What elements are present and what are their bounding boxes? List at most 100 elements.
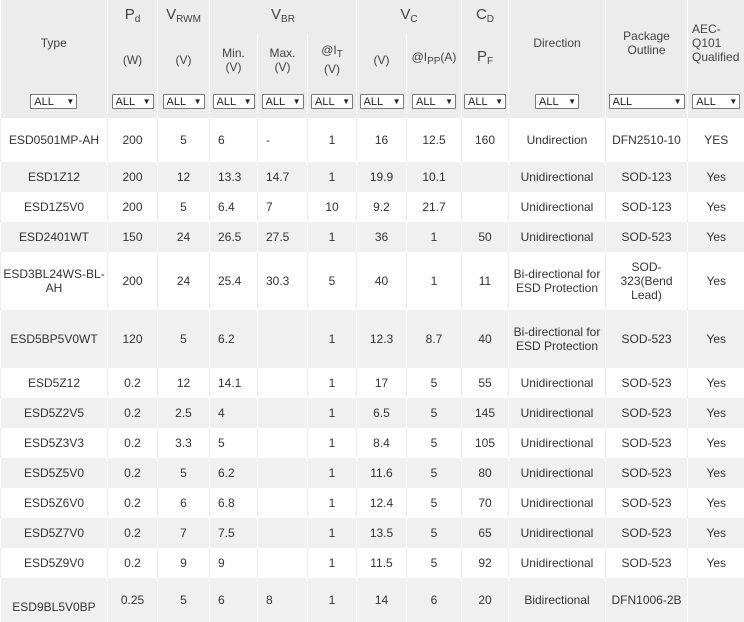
filter-vbr-min-select[interactable]: ALL ▼ — [212, 94, 255, 110]
table-row: ESD5Z7V0 0.2 7 7.5 1 13.5 5 65 Unidirectional SOD… — [0, 518, 744, 548]
cell-cd: 145 — [461, 398, 509, 428]
filter-vc-select[interactable]: ALL ▼ — [359, 94, 404, 110]
cell-aec: Yes — [687, 192, 744, 222]
dropdown-arrow-icon: ▼ — [243, 96, 252, 106]
cell-cd: 20 — [461, 578, 509, 622]
table-row: ESD3BL24WS-BL-AH 200 24 25.4 30.3 5 40 1 11 Bi-di… — [0, 252, 744, 310]
cell-it: 5 — [307, 252, 357, 310]
cell-aec: Yes — [687, 368, 744, 398]
header-vbr: VBR — [209, 0, 357, 34]
header-vrwm: VRWM — [157, 0, 210, 34]
cell-type[interactable]: ESD1Z5V0 — [0, 192, 108, 222]
dropdown-arrow-icon: ▼ — [193, 96, 202, 106]
cell-ipp: 21.7 — [406, 192, 462, 222]
table-row: ESD5Z2V5 0.2 2.5 4 1 6.5 5 145 Unidirectional SOD… — [0, 398, 744, 428]
header-vc: VC — [356, 0, 462, 34]
cell-cd: 70 — [461, 488, 509, 518]
cell-ipp: 5 — [406, 548, 462, 578]
cell-vbr-max — [257, 458, 308, 488]
cell-type[interactable]: ESD5Z6V0 — [0, 488, 108, 518]
cell-direction: Unidirectional — [508, 518, 606, 548]
cell-cd: 55 — [461, 368, 509, 398]
cell-vbr-min: 9 — [209, 548, 258, 578]
filter-vbr-max-select[interactable]: ALL ▼ — [261, 94, 304, 110]
cell-package: SOD-123 — [605, 192, 688, 222]
filter-cell-vbr-min: ALL ▼ — [209, 85, 258, 118]
cell-vbr-min: 25.4 — [209, 252, 258, 310]
cell-pd: 200 — [107, 118, 158, 162]
cell-pd: 0.2 — [107, 488, 158, 518]
dropdown-arrow-icon: ▼ — [142, 96, 151, 106]
cell-direction: Bi-directional for ESD Protection — [508, 310, 606, 368]
cell-ipp: 1 — [406, 222, 462, 252]
cell-vrwm: 3.3 — [157, 428, 210, 458]
cell-vrwm: 24 — [157, 222, 210, 252]
dropdown-arrow-icon: ▼ — [445, 96, 453, 106]
cell-type[interactable]: ESD5Z3V3 — [0, 428, 108, 458]
cell-vbr-min: 14.1 — [209, 368, 258, 398]
dropdown-arrow-icon: ▼ — [292, 96, 301, 106]
cell-package: SOD-523 — [605, 310, 688, 368]
cell-aec: Yes — [687, 548, 744, 578]
cell-vrwm: 5 — [157, 118, 210, 162]
cell-direction: Unidirectional — [508, 398, 606, 428]
cell-package: SOD-523 — [605, 548, 688, 578]
header-cd-pf: PF — [461, 34, 509, 85]
cell-type[interactable]: ESD5Z2V5 — [0, 398, 108, 428]
cell-pd: 0.2 — [107, 428, 158, 458]
dropdown-arrow-icon: ▼ — [729, 96, 738, 106]
filter-package-select[interactable]: ALL ▼ — [608, 94, 685, 110]
cell-vbr-min: 13.3 — [209, 162, 258, 192]
filter-vrwm-select[interactable]: ALL ▼ — [162, 94, 205, 110]
cell-package: DFN1006-2B — [605, 578, 688, 622]
cell-type[interactable]: ESD5Z5V0 — [0, 458, 108, 488]
cell-cd: 92 — [461, 548, 509, 578]
table-row: ESD9BL5V0BP 0.25 5 6 8 1 14 6 20 Bidirectional DFN… — [0, 578, 744, 622]
cell-vbr-max: 7 — [257, 192, 308, 222]
cell-it: 1 — [307, 458, 357, 488]
filter-cell-type: ALL ▼ — [0, 85, 108, 118]
cell-vbr-max: - — [257, 118, 308, 162]
cell-ipp: 6 — [406, 578, 462, 622]
cell-type[interactable]: ESD5Z9V0 — [0, 548, 108, 578]
cell-cd: 160 — [461, 118, 509, 162]
cell-cd: 40 — [461, 310, 509, 368]
cell-package: SOD-523 — [605, 518, 688, 548]
cell-aec: Yes — [687, 222, 744, 252]
table-row: ESD5Z9V0 0.2 9 9 1 11.5 5 92 Unidirectional SOD-5… — [0, 548, 744, 578]
cell-package: SOD-523 — [605, 428, 688, 458]
cell-vrwm: 7 — [157, 518, 210, 548]
cell-type[interactable]: ESD5BP5V0WT — [0, 310, 108, 368]
cell-ipp: 12.5 — [406, 118, 462, 162]
cell-type[interactable]: ESD2401WT — [0, 222, 108, 252]
filter-cd-select[interactable]: ALL ▼ — [464, 94, 506, 110]
filter-pd-select[interactable]: ALL ▼ — [111, 94, 154, 110]
cell-type[interactable]: ESD3BL24WS-BL-AH — [0, 252, 108, 310]
cell-vc: 6.5 — [356, 398, 407, 428]
cell-type[interactable]: ESD1Z12 — [0, 162, 108, 192]
cell-vrwm: 5 — [157, 578, 210, 622]
cell-vrwm: 12 — [157, 162, 210, 192]
filter-aec-select[interactable]: ALL ▼ — [692, 94, 741, 110]
cell-vc: 40 — [356, 252, 407, 310]
cell-aec: Yes — [687, 488, 744, 518]
filter-vc-ipp-select[interactable]: ALL ▼ — [412, 94, 456, 110]
cell-type[interactable]: ESD5Z12 — [0, 368, 108, 398]
table-row: ESD5BP5V0WT 120 5 6.2 1 12.3 8.7 40 Bi-direction… — [0, 310, 744, 368]
cell-cd: 80 — [461, 458, 509, 488]
cell-vc: 12.3 — [356, 310, 407, 368]
cell-vrwm: 24 — [157, 252, 210, 310]
cell-ipp: 5 — [406, 488, 462, 518]
filter-direction-select[interactable]: ALL ▼ — [535, 94, 579, 110]
cell-direction: Bidirectional — [508, 578, 606, 622]
cell-cd: 11 — [461, 252, 509, 310]
cell-it: 1 — [307, 548, 357, 578]
cell-vbr-max — [257, 398, 308, 428]
filter-vbr-it-select[interactable]: ALL ▼ — [311, 94, 353, 110]
cell-type[interactable]: ESD0501MP-AH — [0, 118, 108, 162]
cell-pd: 200 — [107, 252, 158, 310]
cell-type[interactable]: ESD5Z7V0 — [0, 518, 108, 548]
cell-it: 1 — [307, 118, 357, 162]
filter-type-select[interactable]: ALL ▼ — [30, 94, 78, 110]
cell-type[interactable]: ESD9BL5V0BP — [0, 578, 108, 622]
